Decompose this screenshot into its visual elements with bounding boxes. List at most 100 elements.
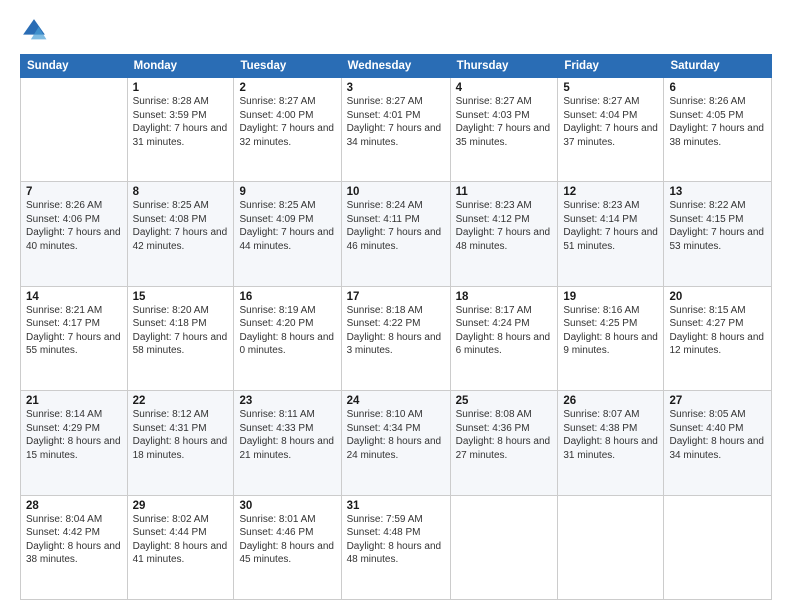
day-number: 30 bbox=[239, 500, 335, 512]
calendar-cell: 25Sunrise: 8:08 AMSunset: 4:36 PMDayligh… bbox=[450, 391, 558, 495]
weekday-header: Tuesday bbox=[234, 55, 341, 78]
calendar-cell bbox=[450, 495, 558, 599]
day-number: 3 bbox=[347, 82, 445, 94]
day-info: Sunrise: 8:12 AMSunset: 4:31 PMDaylight:… bbox=[133, 408, 229, 462]
calendar-cell: 20Sunrise: 8:15 AMSunset: 4:27 PMDayligh… bbox=[664, 286, 772, 390]
calendar-cell: 30Sunrise: 8:01 AMSunset: 4:46 PMDayligh… bbox=[234, 495, 341, 599]
day-info: Sunrise: 8:27 AMSunset: 4:03 PMDaylight:… bbox=[456, 95, 553, 149]
day-number: 20 bbox=[669, 291, 766, 303]
calendar-cell: 6Sunrise: 8:26 AMSunset: 4:05 PMDaylight… bbox=[664, 78, 772, 182]
day-info: Sunrise: 8:27 AMSunset: 4:01 PMDaylight:… bbox=[347, 95, 445, 149]
day-info: Sunrise: 8:27 AMSunset: 4:04 PMDaylight:… bbox=[563, 95, 658, 149]
day-number: 6 bbox=[669, 82, 766, 94]
day-info: Sunrise: 8:28 AMSunset: 3:59 PMDaylight:… bbox=[133, 95, 229, 149]
calendar-cell: 10Sunrise: 8:24 AMSunset: 4:11 PMDayligh… bbox=[341, 182, 450, 286]
day-info: Sunrise: 8:14 AMSunset: 4:29 PMDaylight:… bbox=[26, 408, 122, 462]
weekday-header: Sunday bbox=[21, 55, 128, 78]
day-number: 12 bbox=[563, 186, 658, 198]
day-info: Sunrise: 8:27 AMSunset: 4:00 PMDaylight:… bbox=[239, 95, 335, 149]
day-info: Sunrise: 7:59 AMSunset: 4:48 PMDaylight:… bbox=[347, 513, 445, 567]
weekday-header: Thursday bbox=[450, 55, 558, 78]
day-number: 18 bbox=[456, 291, 553, 303]
day-info: Sunrise: 8:20 AMSunset: 4:18 PMDaylight:… bbox=[133, 304, 229, 358]
calendar-cell: 31Sunrise: 7:59 AMSunset: 4:48 PMDayligh… bbox=[341, 495, 450, 599]
day-number: 16 bbox=[239, 291, 335, 303]
calendar-cell: 4Sunrise: 8:27 AMSunset: 4:03 PMDaylight… bbox=[450, 78, 558, 182]
day-info: Sunrise: 8:05 AMSunset: 4:40 PMDaylight:… bbox=[669, 408, 766, 462]
day-info: Sunrise: 8:26 AMSunset: 4:06 PMDaylight:… bbox=[26, 199, 122, 253]
day-number: 10 bbox=[347, 186, 445, 198]
calendar-cell: 9Sunrise: 8:25 AMSunset: 4:09 PMDaylight… bbox=[234, 182, 341, 286]
calendar-cell: 1Sunrise: 8:28 AMSunset: 3:59 PMDaylight… bbox=[127, 78, 234, 182]
day-number: 25 bbox=[456, 395, 553, 407]
calendar-cell: 13Sunrise: 8:22 AMSunset: 4:15 PMDayligh… bbox=[664, 182, 772, 286]
day-info: Sunrise: 8:01 AMSunset: 4:46 PMDaylight:… bbox=[239, 513, 335, 567]
calendar-cell: 14Sunrise: 8:21 AMSunset: 4:17 PMDayligh… bbox=[21, 286, 128, 390]
weekday-header: Saturday bbox=[664, 55, 772, 78]
day-number: 1 bbox=[133, 82, 229, 94]
calendar-cell: 15Sunrise: 8:20 AMSunset: 4:18 PMDayligh… bbox=[127, 286, 234, 390]
day-info: Sunrise: 8:02 AMSunset: 4:44 PMDaylight:… bbox=[133, 513, 229, 567]
calendar-cell: 16Sunrise: 8:19 AMSunset: 4:20 PMDayligh… bbox=[234, 286, 341, 390]
calendar-cell: 2Sunrise: 8:27 AMSunset: 4:00 PMDaylight… bbox=[234, 78, 341, 182]
day-number: 8 bbox=[133, 186, 229, 198]
day-info: Sunrise: 8:18 AMSunset: 4:22 PMDaylight:… bbox=[347, 304, 445, 358]
day-info: Sunrise: 8:22 AMSunset: 4:15 PMDaylight:… bbox=[669, 199, 766, 253]
day-number: 23 bbox=[239, 395, 335, 407]
day-info: Sunrise: 8:07 AMSunset: 4:38 PMDaylight:… bbox=[563, 408, 658, 462]
calendar-cell: 24Sunrise: 8:10 AMSunset: 4:34 PMDayligh… bbox=[341, 391, 450, 495]
header bbox=[20, 16, 772, 44]
calendar-cell: 12Sunrise: 8:23 AMSunset: 4:14 PMDayligh… bbox=[558, 182, 664, 286]
day-number: 22 bbox=[133, 395, 229, 407]
day-info: Sunrise: 8:04 AMSunset: 4:42 PMDaylight:… bbox=[26, 513, 122, 567]
day-number: 9 bbox=[239, 186, 335, 198]
day-info: Sunrise: 8:25 AMSunset: 4:09 PMDaylight:… bbox=[239, 199, 335, 253]
day-number: 31 bbox=[347, 500, 445, 512]
calendar-cell: 8Sunrise: 8:25 AMSunset: 4:08 PMDaylight… bbox=[127, 182, 234, 286]
calendar-cell: 19Sunrise: 8:16 AMSunset: 4:25 PMDayligh… bbox=[558, 286, 664, 390]
day-info: Sunrise: 8:17 AMSunset: 4:24 PMDaylight:… bbox=[456, 304, 553, 358]
day-number: 26 bbox=[563, 395, 658, 407]
day-number: 27 bbox=[669, 395, 766, 407]
day-number: 24 bbox=[347, 395, 445, 407]
day-number: 15 bbox=[133, 291, 229, 303]
calendar-cell: 11Sunrise: 8:23 AMSunset: 4:12 PMDayligh… bbox=[450, 182, 558, 286]
calendar-table: SundayMondayTuesdayWednesdayThursdayFrid… bbox=[20, 54, 772, 600]
day-number: 19 bbox=[563, 291, 658, 303]
day-info: Sunrise: 8:10 AMSunset: 4:34 PMDaylight:… bbox=[347, 408, 445, 462]
day-info: Sunrise: 8:08 AMSunset: 4:36 PMDaylight:… bbox=[456, 408, 553, 462]
logo bbox=[20, 16, 52, 44]
day-number: 21 bbox=[26, 395, 122, 407]
day-number: 4 bbox=[456, 82, 553, 94]
day-info: Sunrise: 8:11 AMSunset: 4:33 PMDaylight:… bbox=[239, 408, 335, 462]
day-info: Sunrise: 8:23 AMSunset: 4:12 PMDaylight:… bbox=[456, 199, 553, 253]
day-info: Sunrise: 8:19 AMSunset: 4:20 PMDaylight:… bbox=[239, 304, 335, 358]
day-info: Sunrise: 8:16 AMSunset: 4:25 PMDaylight:… bbox=[563, 304, 658, 358]
day-info: Sunrise: 8:15 AMSunset: 4:27 PMDaylight:… bbox=[669, 304, 766, 358]
page: SundayMondayTuesdayWednesdayThursdayFrid… bbox=[0, 0, 792, 612]
calendar-cell: 21Sunrise: 8:14 AMSunset: 4:29 PMDayligh… bbox=[21, 391, 128, 495]
day-number: 28 bbox=[26, 500, 122, 512]
weekday-header: Wednesday bbox=[341, 55, 450, 78]
calendar-cell: 18Sunrise: 8:17 AMSunset: 4:24 PMDayligh… bbox=[450, 286, 558, 390]
calendar-cell: 28Sunrise: 8:04 AMSunset: 4:42 PMDayligh… bbox=[21, 495, 128, 599]
day-info: Sunrise: 8:24 AMSunset: 4:11 PMDaylight:… bbox=[347, 199, 445, 253]
weekday-header: Monday bbox=[127, 55, 234, 78]
day-number: 17 bbox=[347, 291, 445, 303]
day-number: 2 bbox=[239, 82, 335, 94]
calendar-cell: 23Sunrise: 8:11 AMSunset: 4:33 PMDayligh… bbox=[234, 391, 341, 495]
calendar-cell: 22Sunrise: 8:12 AMSunset: 4:31 PMDayligh… bbox=[127, 391, 234, 495]
calendar-cell bbox=[21, 78, 128, 182]
day-number: 13 bbox=[669, 186, 766, 198]
calendar-cell: 27Sunrise: 8:05 AMSunset: 4:40 PMDayligh… bbox=[664, 391, 772, 495]
day-info: Sunrise: 8:25 AMSunset: 4:08 PMDaylight:… bbox=[133, 199, 229, 253]
day-number: 7 bbox=[26, 186, 122, 198]
calendar-cell: 26Sunrise: 8:07 AMSunset: 4:38 PMDayligh… bbox=[558, 391, 664, 495]
day-info: Sunrise: 8:21 AMSunset: 4:17 PMDaylight:… bbox=[26, 304, 122, 358]
weekday-header: Friday bbox=[558, 55, 664, 78]
calendar-cell bbox=[664, 495, 772, 599]
day-number: 29 bbox=[133, 500, 229, 512]
day-number: 14 bbox=[26, 291, 122, 303]
calendar-cell: 7Sunrise: 8:26 AMSunset: 4:06 PMDaylight… bbox=[21, 182, 128, 286]
calendar-cell: 5Sunrise: 8:27 AMSunset: 4:04 PMDaylight… bbox=[558, 78, 664, 182]
